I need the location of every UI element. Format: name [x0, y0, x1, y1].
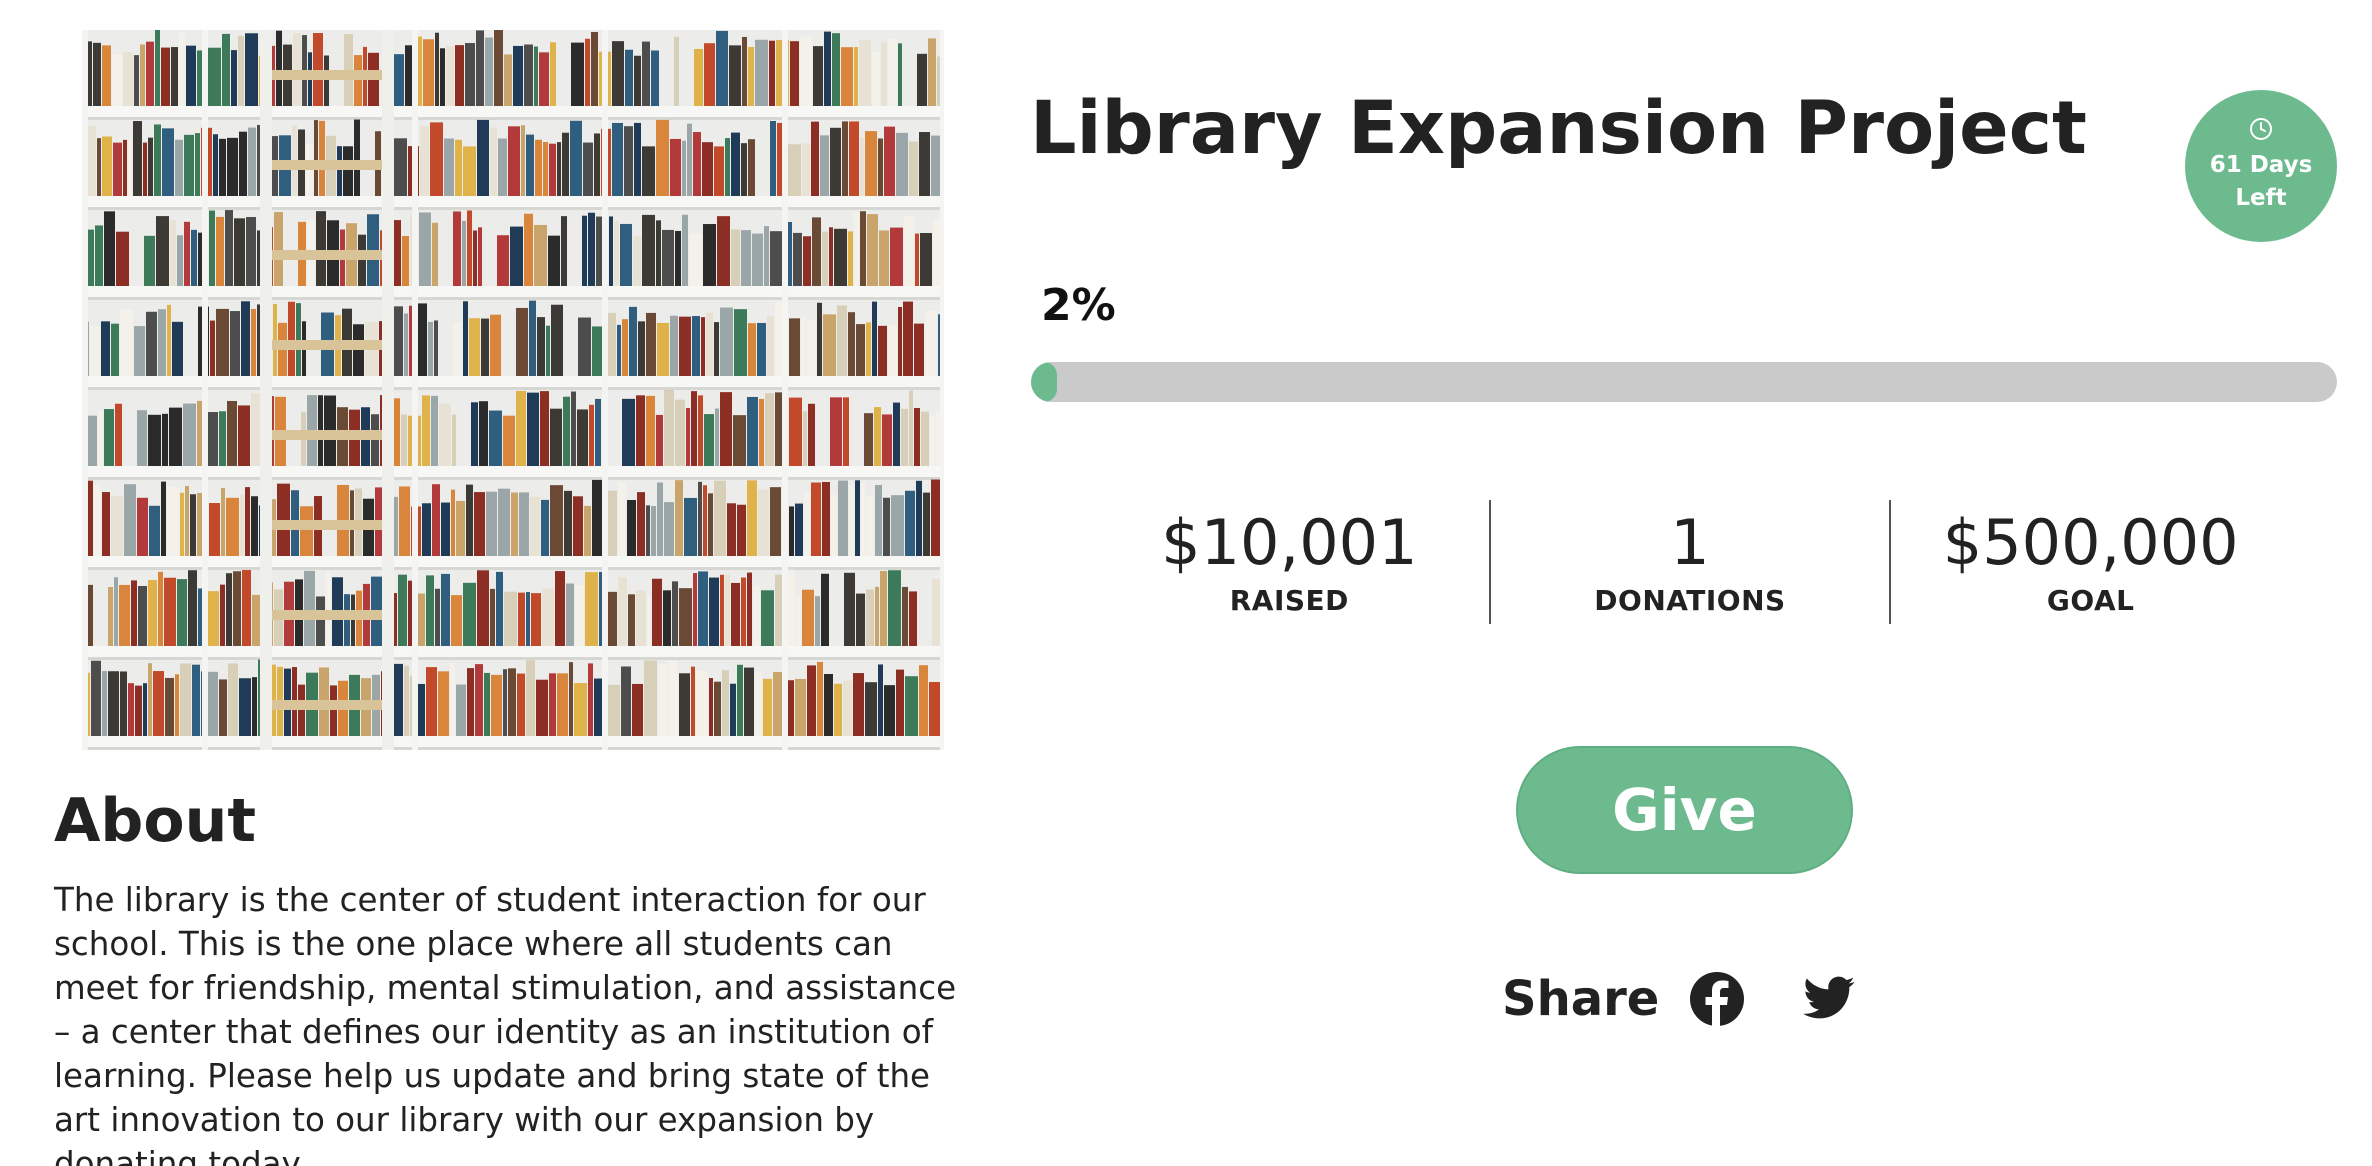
- progress-percent: 2%: [1041, 280, 1116, 331]
- progress-bar-fill: [1031, 362, 1058, 402]
- facebook-icon[interactable]: [1689, 971, 1745, 1027]
- stat-raised-value: $10,001: [1161, 505, 1418, 579]
- about-description: The library is the center of student int…: [54, 881, 957, 1166]
- share-label: Share: [1502, 971, 1660, 1027]
- stat-raised: $10,001 RAISED: [1090, 500, 1489, 624]
- stat-donations-label: DONATIONS: [1594, 583, 1786, 617]
- days-left-text: 61 Days Left: [2209, 152, 2313, 211]
- about-heading: About: [54, 786, 257, 856]
- stat-goal: $500,000 GOAL: [1889, 500, 2290, 624]
- progress-bar: [1031, 362, 2337, 402]
- share-row: Share: [1502, 964, 1913, 1034]
- library-bookshelf-image: [82, 30, 944, 750]
- campaign-page: About The library is the center of stude…: [0, 0, 2372, 1166]
- campaign-title: Library Expansion Project: [1030, 86, 2087, 171]
- campaign-stats: $10,001 RAISED 1 DONATIONS $500,000 GOAL: [1090, 500, 2290, 624]
- stat-donations: 1 DONATIONS: [1488, 500, 1890, 624]
- give-button[interactable]: Give: [1516, 746, 1853, 874]
- twitter-icon[interactable]: [1801, 971, 1857, 1027]
- clock-icon: [2250, 118, 2272, 140]
- stat-donations-value: 1: [1670, 505, 1710, 579]
- stat-goal-label: GOAL: [2046, 583, 2135, 617]
- days-left-badge: 61 Days Left: [2185, 90, 2337, 242]
- stat-raised-label: RAISED: [1229, 583, 1349, 617]
- stat-goal-value: $500,000: [1942, 505, 2239, 579]
